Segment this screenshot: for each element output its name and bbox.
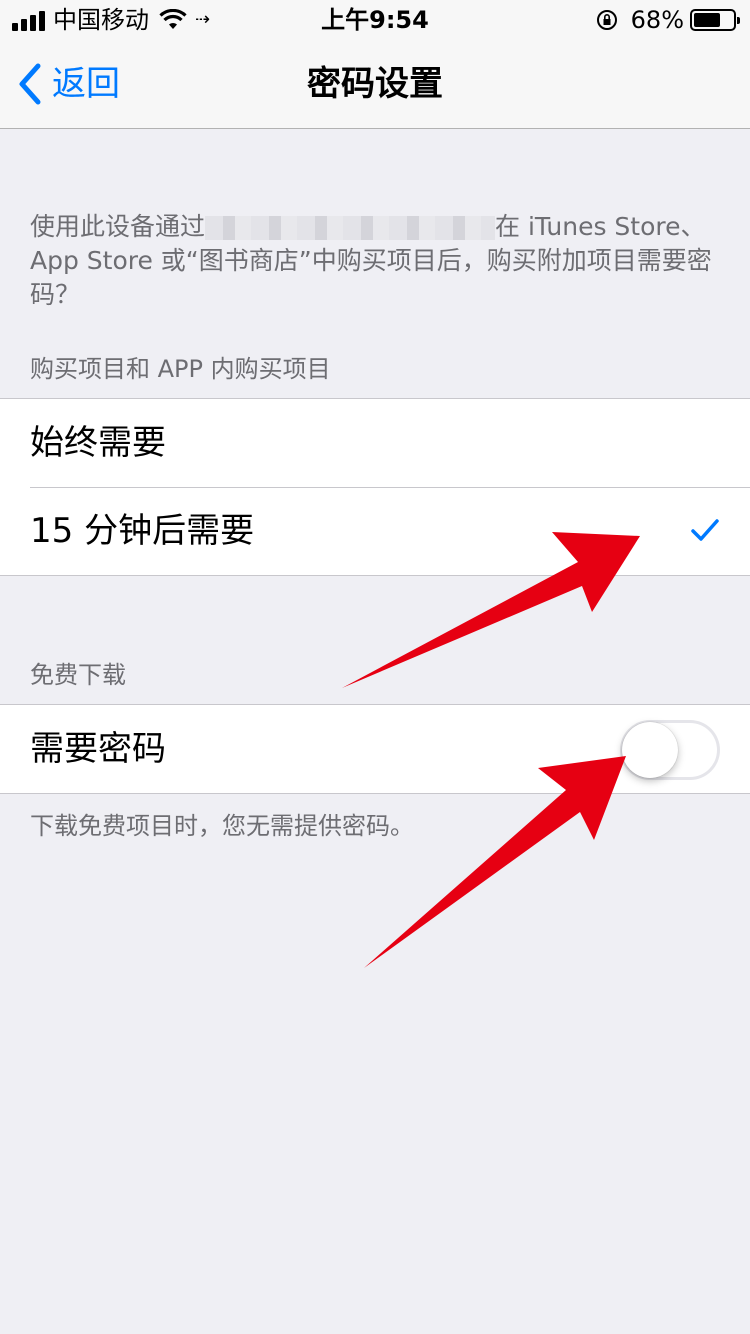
free-download-section-header: 免费下载 [30,661,126,689]
battery-percent: 68% [630,6,684,34]
battery-icon [690,9,740,31]
option-require-after-15-min[interactable]: 15 分钟后需要 [0,487,750,575]
description-start: 使用此设备通过 [30,212,206,241]
require-password-toggle[interactable] [620,720,720,780]
status-bar: 中国移动 ⇢ 上午9:54 68% [0,0,750,40]
require-password-row: 需要密码 [0,705,750,793]
checkmark-icon [691,519,719,541]
redacted-account [205,216,496,240]
rotation-lock-icon [596,10,617,30]
option-label: 始终需要 [30,423,166,463]
require-password-label: 需要密码 [30,729,166,769]
battery-fill [694,13,720,27]
navigation-bar: 返回 密码设置 [0,40,750,129]
option-label: 15 分钟后需要 [30,511,255,551]
purchase-options-group: 始终需要 15 分钟后需要 [0,398,750,576]
option-always-require[interactable]: 始终需要 [0,399,750,487]
status-right: 68% [595,6,740,34]
free-download-footer: 下载免费项目时，您无需提供密码。 [30,812,414,840]
description-text: 使用此设备通过在 iTunes Store、App Store 或“图书商店”中… [30,210,730,312]
toggle-knob [622,722,678,778]
free-download-group: 需要密码 [0,704,750,794]
page-title: 密码设置 [307,64,443,104]
purchase-section-header: 购买项目和 APP 内购买项目 [30,355,331,383]
